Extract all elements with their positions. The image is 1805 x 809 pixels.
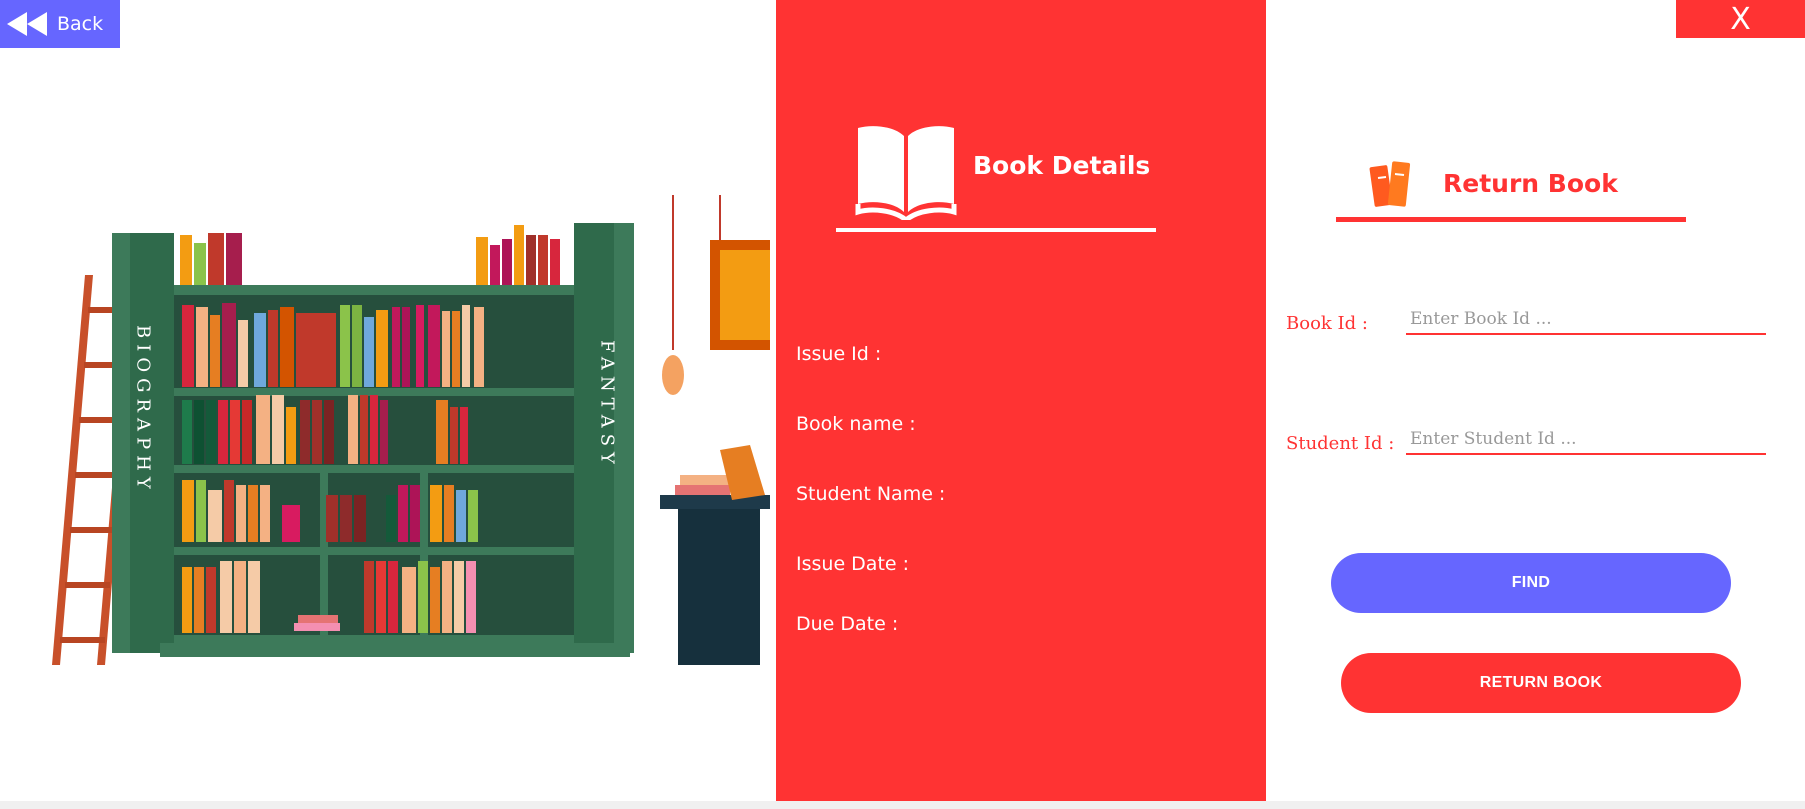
book-details-title: Book Details	[973, 151, 1151, 180]
issue-id-label: Issue Id :	[796, 343, 882, 365]
student-name-label: Student Name :	[796, 483, 946, 505]
book-id-label: Book Id :	[1286, 313, 1368, 334]
books-icon	[1369, 161, 1411, 207]
back-button[interactable]: Back	[0, 0, 120, 48]
return-title-underline	[1336, 217, 1686, 222]
book-id-input[interactable]	[1406, 305, 1766, 335]
open-book-icon	[855, 126, 957, 220]
book-details-panel: Book Details Issue Id : Book name : Stud…	[776, 0, 1266, 801]
shelf-right-label: FANTASY	[597, 340, 618, 470]
shelf-left-label: BIOGRAPHY	[133, 325, 154, 495]
back-label: Back	[57, 13, 104, 35]
student-id-input[interactable]	[1406, 425, 1766, 455]
rewind-icon	[7, 12, 47, 36]
due-date-label: Due Date :	[796, 613, 899, 635]
issue-date-label: Issue Date :	[796, 553, 910, 575]
bookshelf-illustration: BIOGRAPHY FANTASY	[52, 195, 770, 665]
book-name-label: Book name :	[796, 413, 916, 435]
student-id-label: Student Id :	[1286, 433, 1395, 454]
return-book-title: Return Book	[1443, 169, 1618, 198]
close-label: X	[1730, 1, 1751, 37]
find-button[interactable]: FIND	[1331, 553, 1731, 613]
return-book-button[interactable]: RETURN BOOK	[1341, 653, 1741, 713]
close-button[interactable]: X	[1676, 0, 1805, 38]
window-bottom-edge	[0, 801, 1805, 809]
title-underline	[836, 228, 1156, 232]
